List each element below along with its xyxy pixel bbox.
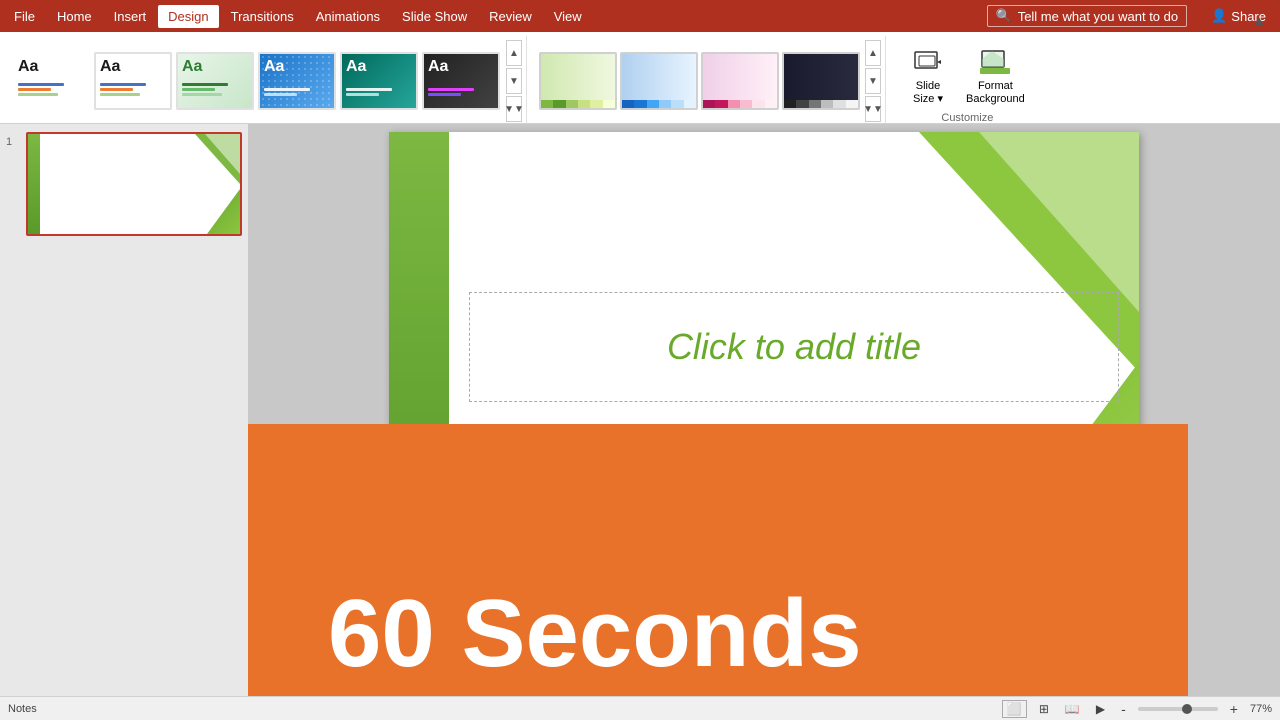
view-sorter-icon[interactable]: ⊞ [1035,701,1053,717]
slide-canvas-area: Click to add title subtitle 60 Seconds [248,124,1280,696]
format-background-label: FormatBackground [966,80,1025,106]
variant-3[interactable] [701,52,779,110]
menu-bar: File Home Insert Design Transitions Anim… [0,0,1280,32]
variant-scroll-down[interactable]: ▼ [865,68,881,94]
themes-items: Aa Aa Aa [12,36,522,122]
theme-scroll-more[interactable]: ▼▼ [506,96,522,122]
menu-transitions[interactable]: Transitions [221,5,304,28]
slide-thumb-poly [185,189,240,234]
menu-animations[interactable]: Animations [306,5,390,28]
slide-thumb-tri2 [205,134,240,174]
status-bar: Notes ⬜ ⊞ 📖 ▶ - + 77% [0,696,1280,720]
slide-size-label: SlideSize ▾ [913,80,943,106]
theme-droplet[interactable]: Aa [340,52,418,110]
menu-design[interactable]: Design [158,5,218,28]
search-text: Tell me what you want to do [1018,9,1178,24]
slide-item-1: 1 [6,132,242,236]
theme-gallery[interactable]: Aa [176,52,254,110]
variant-scroll-up[interactable]: ▲ [865,40,881,66]
title-textbox[interactable]: Click to add title [469,292,1119,402]
format-background-icon [979,46,1011,78]
theme-office2[interactable]: Aa [94,52,172,110]
slide-thumb-left-bar [28,134,40,234]
ribbon: Aa Aa Aa [0,32,1280,124]
slide-thumb-1[interactable] [26,132,242,236]
slide-panel: 1 [0,124,248,696]
notes-button[interactable]: Notes [8,703,37,715]
theme-facet[interactable]: Aa [422,52,500,110]
slide-tri-2 [979,132,1139,312]
theme-ion[interactable]: Aa [258,52,336,110]
menu-review[interactable]: Review [479,5,542,28]
themes-group: Aa Aa Aa [8,36,527,123]
theme-label-1: Aa [18,58,38,76]
theme-scroll-up[interactable]: ▲ [506,40,522,66]
overlay-text: 60 Seconds [248,579,862,689]
menu-search[interactable]: 🔍 Tell me what you want to do [987,5,1188,27]
view-reading-icon[interactable]: 📖 [1061,701,1084,717]
zoom-plus-button[interactable]: + [1226,701,1242,717]
variant-1-strip [541,100,615,108]
theme-lines-5 [346,88,412,98]
menu-file[interactable]: File [4,5,45,28]
share-icon: 👤 [1211,8,1227,24]
variant-scroll-more[interactable]: ▼▼ [865,96,881,122]
variant-1[interactable] [539,52,617,110]
menu-view[interactable]: View [544,5,592,28]
menu-home[interactable]: Home [47,5,102,28]
theme-scroll-arrows: ▲ ▼ ▼▼ [506,40,522,122]
main-area: 1 Click to add [0,124,1280,696]
variant-4-strip [784,100,858,108]
theme-label-5: Aa [346,58,366,76]
theme-lines-6 [428,88,494,98]
search-icon: 🔍 [996,8,1012,24]
variants-items: ▲ ▼ ▼▼ [539,36,881,122]
menu-slideshow[interactable]: Slide Show [392,5,477,28]
customize-buttons: SlideSize ▾ FormatBackground [902,36,1033,110]
zoom-minus-button[interactable]: - [1117,701,1130,717]
variant-2[interactable] [620,52,698,110]
variant-3-strip [703,100,777,108]
theme-lines-1 [18,83,84,98]
zoom-slider-thumb [1182,704,1192,714]
zoom-level[interactable]: 77% [1250,703,1272,715]
variant-4[interactable] [782,52,860,110]
theme-lines-3 [182,83,248,98]
ribbon-collapse-button[interactable]: ▲ [1246,10,1272,30]
theme-label-2: Aa [100,58,120,76]
menu-insert[interactable]: Insert [104,5,157,28]
theme-office[interactable]: Aa [12,52,90,110]
theme-label-6: Aa [428,58,448,76]
variants-group: ▲ ▼ ▼▼ Variants [535,36,886,123]
theme-scroll-down[interactable]: ▼ [506,68,522,94]
theme-label-3: Aa [182,58,202,76]
status-bar-right: ⬜ ⊞ 📖 ▶ - + 77% [1002,700,1272,718]
orange-overlay: 60 Seconds [248,424,1188,696]
customize-group: SlideSize ▾ FormatBackground Customize [894,36,1041,123]
format-background-button[interactable]: FormatBackground [958,42,1033,110]
slide-thumb-inner [28,134,240,234]
view-normal-icon[interactable]: ⬜ [1002,700,1027,718]
slide-size-button[interactable]: SlideSize ▾ [902,42,954,110]
variant-scroll-arrows: ▲ ▼ ▼▼ [865,40,881,122]
zoom-slider[interactable] [1138,707,1218,711]
variant-2-strip [622,100,696,108]
theme-lines-2 [100,83,166,98]
slide-number-1: 1 [6,136,20,148]
slide-size-icon [912,46,944,78]
view-slideshow-icon[interactable]: ▶ [1092,701,1109,717]
title-placeholder-text: Click to add title [667,326,921,368]
